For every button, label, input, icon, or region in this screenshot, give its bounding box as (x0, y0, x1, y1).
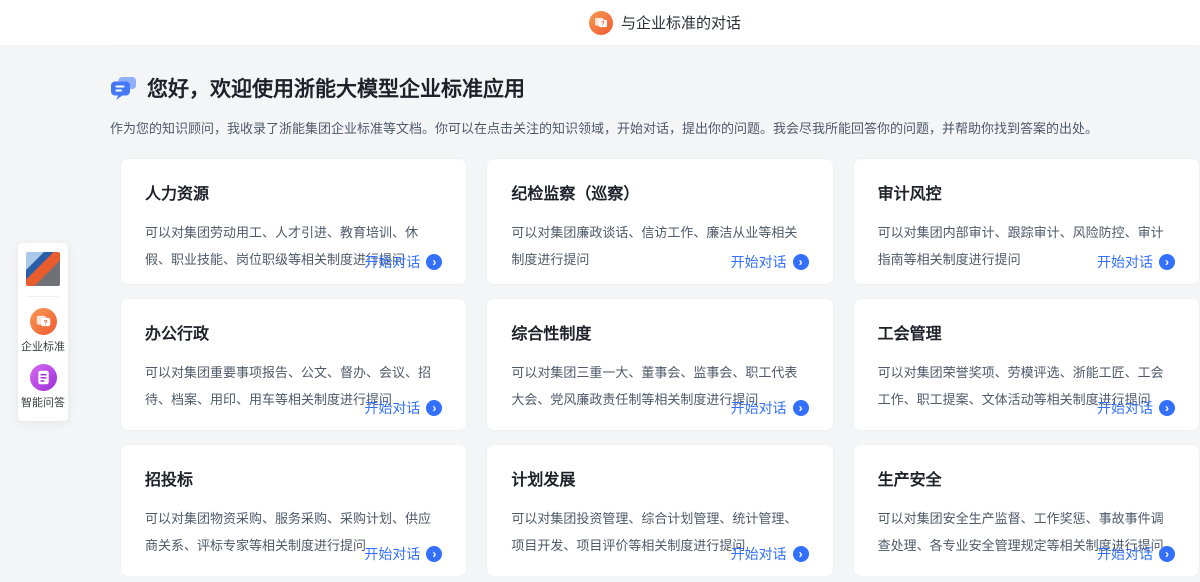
zheneng-logo (26, 252, 60, 286)
knowledge-card-grid: 人力资源 可以对集团劳动用工、人才引进、教育培训、休假、职业技能、岗位职级等相关… (120, 158, 1200, 577)
start-chat-link[interactable]: 开始对话 › (364, 398, 442, 418)
card-title: 生产安全 (878, 466, 1175, 490)
arrow-right-icon: › (1159, 254, 1175, 270)
nav-item-label: 企业标准 (21, 338, 65, 354)
enterprise-standard-icon: ? (30, 308, 57, 335)
greeting-subtitle: 作为您的知识顾问，我收录了浙能集团企业标准等文档。你可以在点击关注的知识领域，开… (110, 118, 1188, 137)
arrow-right-icon: › (1159, 400, 1175, 416)
start-chat-label: 开始对话 (731, 544, 787, 564)
card-title: 综合性制度 (511, 320, 808, 344)
smart-qa-icon (30, 364, 57, 391)
start-chat-label: 开始对话 (1097, 398, 1153, 418)
card-title: 办公行政 (145, 320, 442, 344)
chat-bubbles-icon (110, 76, 137, 101)
card-title: 招投标 (145, 466, 442, 490)
knowledge-card: 纪检监察（巡察） 可以对集团廉政谈话、信访工作、廉洁从业等相关制度进行提问 开始… (486, 158, 833, 285)
arrow-right-icon: › (1159, 546, 1175, 562)
card-title: 人力资源 (145, 180, 442, 204)
start-chat-link[interactable]: 开始对话 › (1097, 544, 1175, 564)
nav-divider (27, 296, 59, 297)
start-chat-link[interactable]: 开始对话 › (731, 544, 809, 564)
start-chat-link[interactable]: 开始对话 › (1097, 398, 1175, 418)
knowledge-card: 办公行政 可以对集团重要事项报告、公文、督办、会议、招待、档案、用印、用车等相关… (120, 298, 467, 431)
start-chat-link[interactable]: 开始对话 › (364, 544, 442, 564)
knowledge-card: 综合性制度 可以对集团三重一大、董事会、监事会、职工代表大会、党风廉政责任制等相… (486, 298, 833, 431)
page-title: 与企业标准的对话 (621, 12, 741, 33)
card-title: 计划发展 (511, 466, 808, 490)
arrow-right-icon: › (793, 400, 809, 416)
start-chat-label: 开始对话 (1097, 252, 1153, 272)
start-chat-link[interactable]: 开始对话 › (731, 398, 809, 418)
start-chat-link[interactable]: 开始对话 › (364, 252, 442, 272)
greeting-section: 您好，欢迎使用浙能大模型企业标准应用 作为您的知识顾问，我收录了浙能集团企业标准… (110, 45, 1200, 137)
start-chat-label: 开始对话 (364, 544, 420, 564)
arrow-right-icon: › (426, 546, 442, 562)
start-chat-label: 开始对话 (364, 398, 420, 418)
start-chat-link[interactable]: 开始对话 › (1097, 252, 1175, 272)
knowledge-card: 工会管理 可以对集团荣誉奖项、劳模评选、浙能工匠、工会工作、职工提案、文体活动等… (853, 298, 1200, 431)
card-title: 工会管理 (878, 320, 1175, 344)
arrow-right-icon: › (426, 400, 442, 416)
knowledge-card: 招投标 可以对集团物资采购、服务采购、采购计划、供应商关系、评标专家等相关制度进… (120, 444, 467, 577)
nav-item-label: 智能问答 (21, 394, 65, 410)
svg-text:?: ? (601, 21, 605, 27)
left-nav-panel: ? 企业标准 智能问答 (18, 243, 68, 421)
arrow-right-icon: › (793, 546, 809, 562)
card-title: 纪检监察（巡察） (511, 180, 808, 204)
nav-item-smart-qa[interactable]: 智能问答 (21, 364, 65, 410)
start-chat-label: 开始对话 (731, 398, 787, 418)
nav-item-enterprise-standard[interactable]: ? 企业标准 (21, 308, 65, 354)
main-content: 您好，欢迎使用浙能大模型企业标准应用 作为您的知识顾问，我收录了浙能集团企业标准… (110, 45, 1200, 577)
greeting-title: 您好，欢迎使用浙能大模型企业标准应用 (147, 73, 525, 103)
knowledge-card: 人力资源 可以对集团劳动用工、人才引进、教育培训、休假、职业技能、岗位职级等相关… (120, 158, 467, 285)
arrow-right-icon: › (793, 254, 809, 270)
top-header: ? 与企业标准的对话 (0, 0, 1200, 45)
start-chat-link[interactable]: 开始对话 › (731, 252, 809, 272)
arrow-right-icon: › (426, 254, 442, 270)
start-chat-label: 开始对话 (731, 252, 787, 272)
svg-text:?: ? (43, 320, 47, 327)
knowledge-card: 审计风控 可以对集团内部审计、跟踪审计、风险防控、审计指南等相关制度进行提问 开… (853, 158, 1200, 285)
start-chat-label: 开始对话 (364, 252, 420, 272)
card-title: 审计风控 (878, 180, 1175, 204)
knowledge-card: 计划发展 可以对集团投资管理、综合计划管理、统计管理、项目开发、项目评价等相关制… (486, 444, 833, 577)
knowledge-card: 生产安全 可以对集团安全生产监督、工作奖惩、事故事件调查处理、各专业安全管理规定… (853, 444, 1200, 577)
start-chat-label: 开始对话 (1097, 544, 1153, 564)
enterprise-standard-chat-icon: ? (589, 11, 613, 35)
